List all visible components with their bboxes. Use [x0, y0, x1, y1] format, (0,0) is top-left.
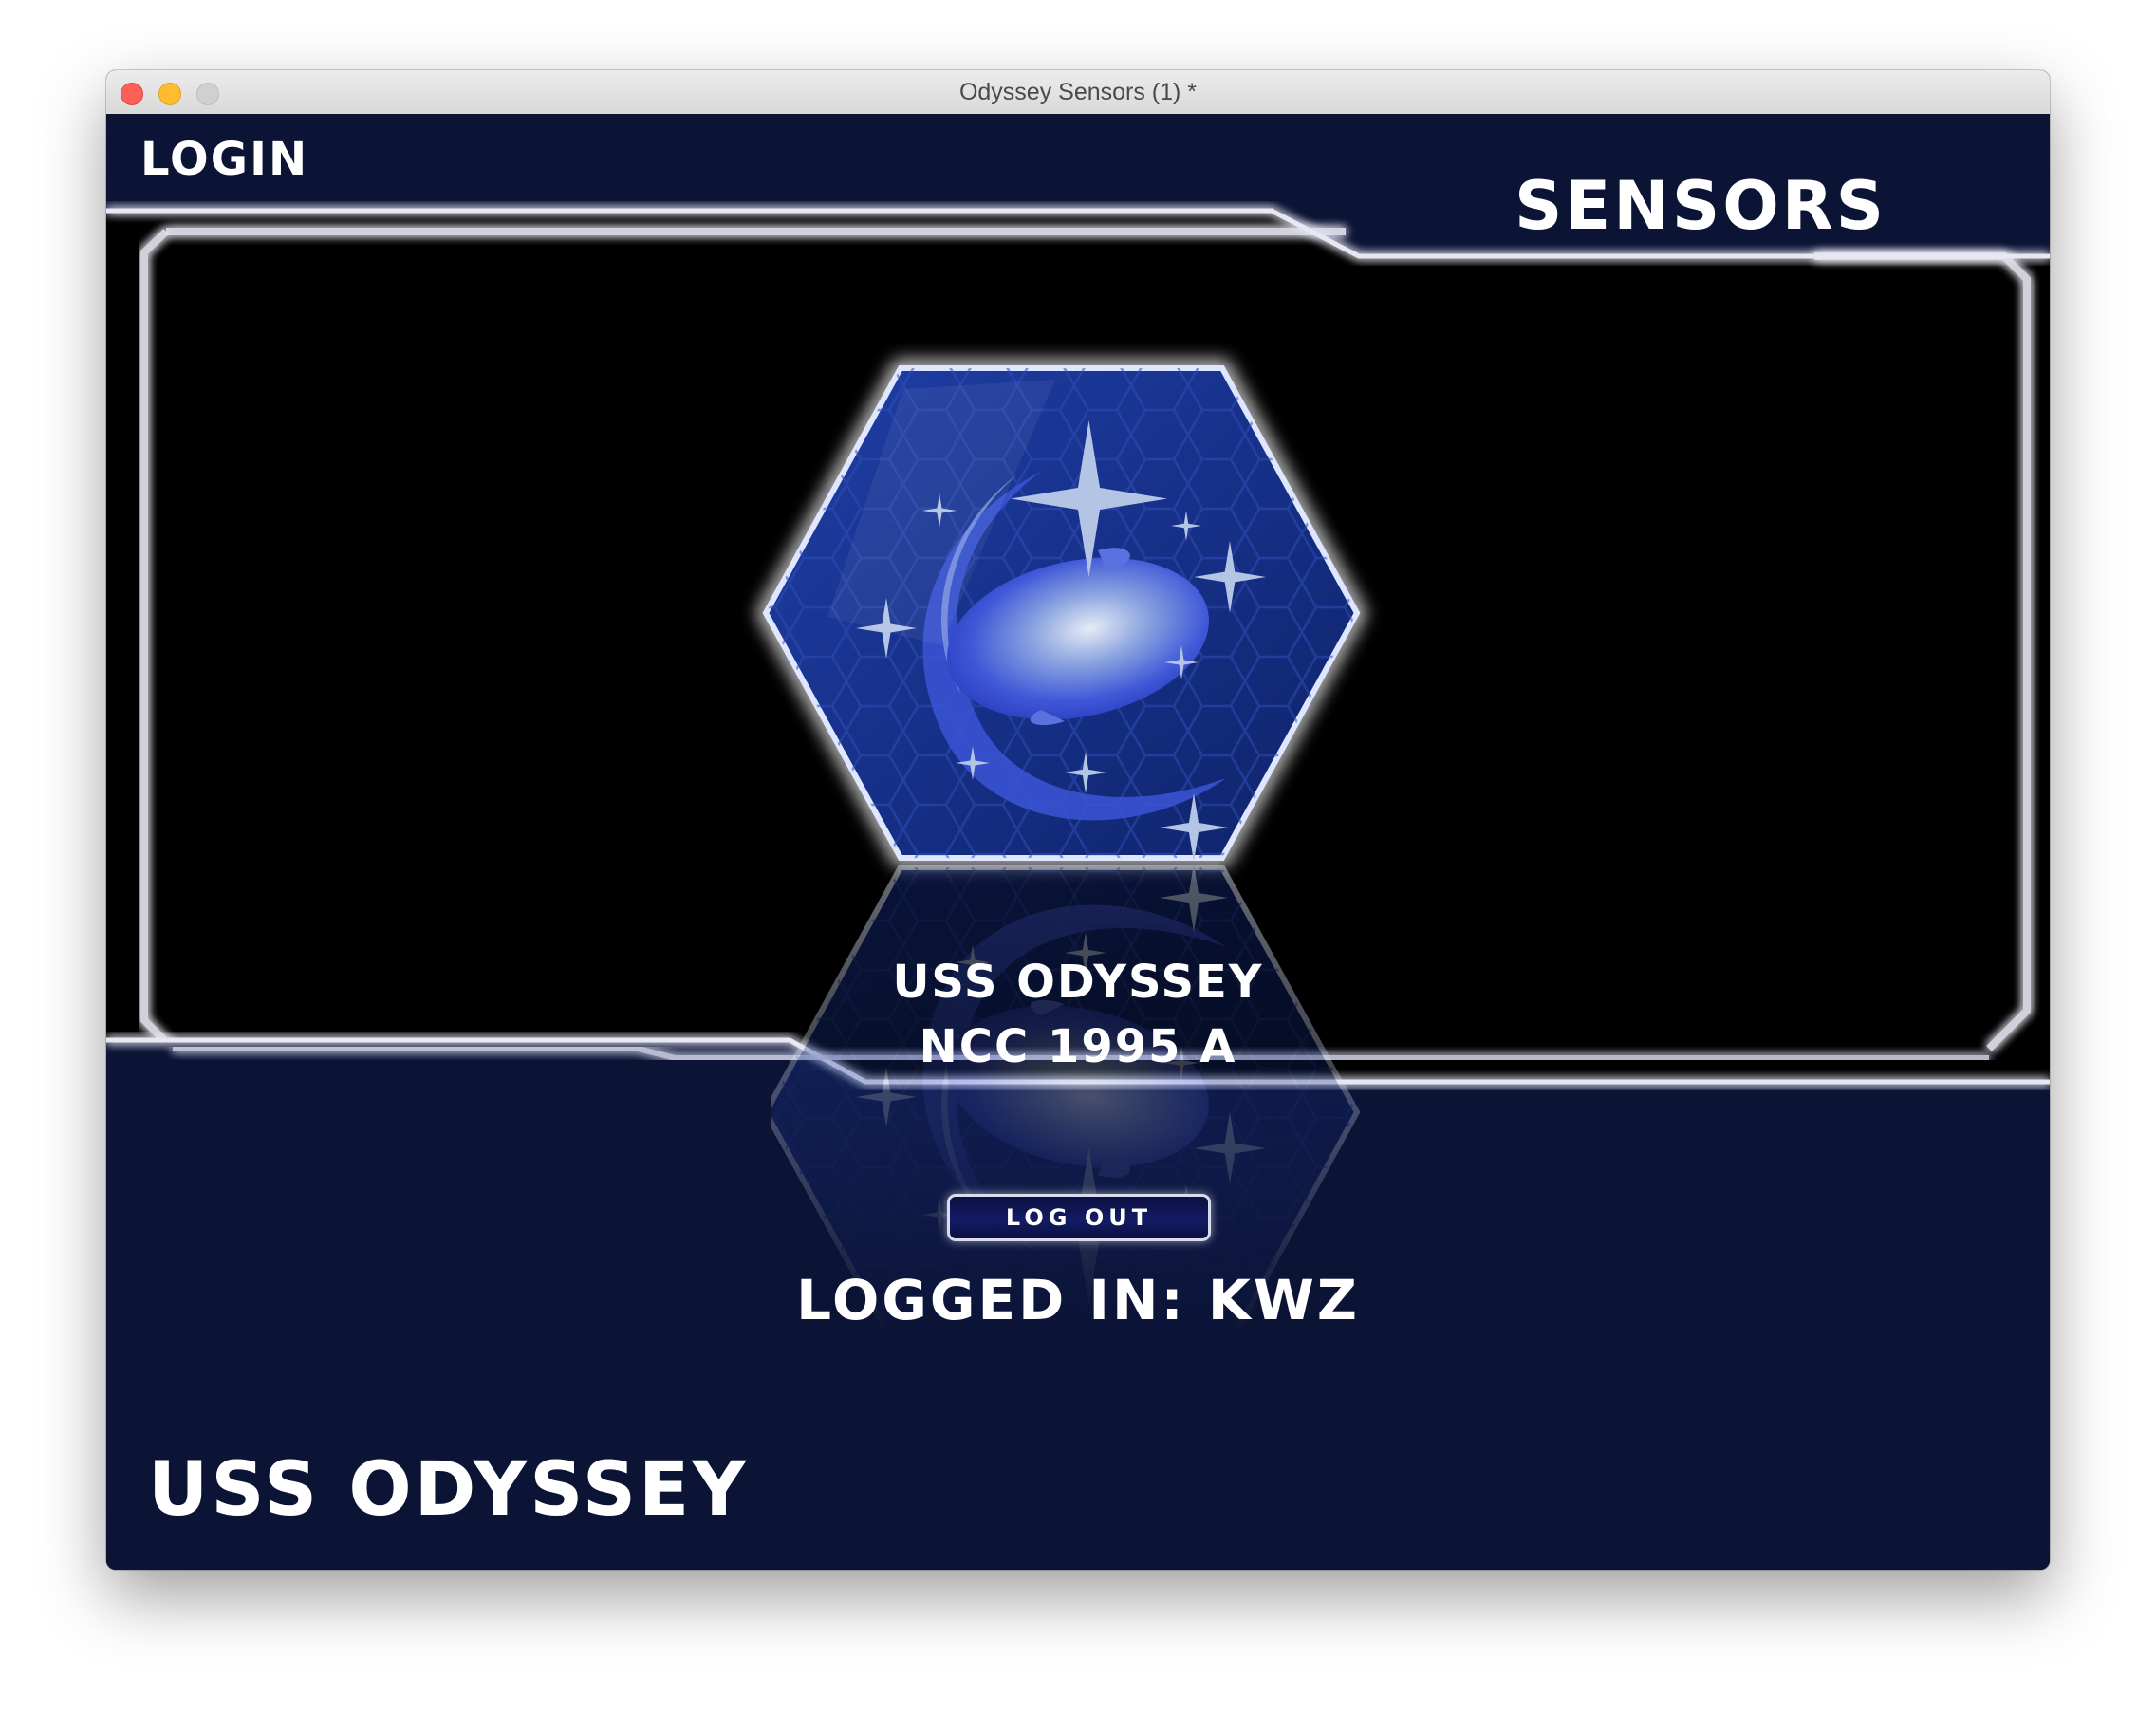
title-bar: Odyssey Sensors (1) * — [106, 70, 2050, 115]
window-title: Odyssey Sensors (1) * — [958, 79, 1198, 105]
login-header[interactable]: LOGIN — [140, 133, 308, 186]
frame-left — [140, 229, 176, 1051]
lcars-scene — [106, 114, 2050, 1570]
logged-in-status: LOGGED IN: KWZ — [796, 1268, 1360, 1332]
app-content: LOGIN SENSORS USS ODYSSEY NCC 1995 A LOG… — [106, 114, 2050, 1570]
footer-ship-title: USS ODYSSEY — [148, 1447, 749, 1533]
app-window: Odyssey Sensors (1) * LOGIN SENSORS USS … — [106, 70, 2050, 1570]
sensors-header: SENSORS — [1515, 167, 1887, 245]
ship-name: USS ODYSSEY — [892, 956, 1264, 1009]
ship-registry: NCC 1995 A — [919, 1020, 1237, 1073]
logout-button[interactable]: LOG OUT — [947, 1194, 1211, 1241]
